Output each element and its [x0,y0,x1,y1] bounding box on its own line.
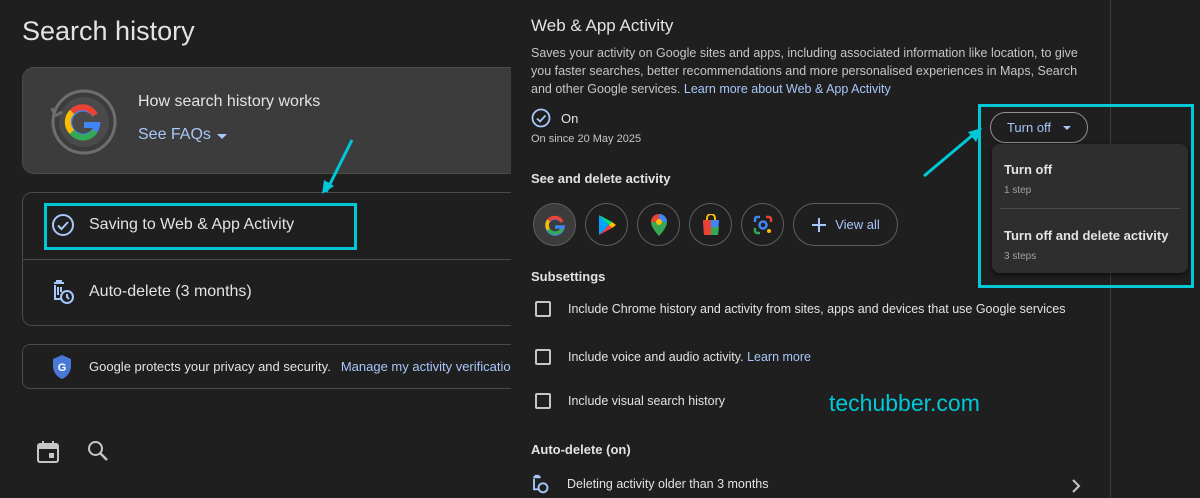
see-faqs-link[interactable]: See FAQs [138,126,227,144]
privacy-card: G Google protects your privacy and secur… [22,344,511,389]
google-play-icon [598,214,616,235]
subsettings-heading: Subsettings [531,269,606,284]
menu-item-turn-off[interactable]: Turn off 1 step [1004,162,1052,196]
status-on: On [531,108,578,128]
calendar-icon[interactable] [37,440,59,464]
see-delete-heading: See and delete activity [531,171,671,186]
chevron-down-icon [1063,126,1072,130]
waa-title: Web & App Activity [531,16,674,35]
auto-delete-row[interactable]: Auto-delete (3 months) [51,279,252,305]
annotation-arrow-icon [322,139,354,194]
activity-apps-row: View all [533,203,898,246]
check-circle-icon [52,214,74,236]
privacy-text: Google protects your privacy and securit… [89,359,331,374]
saving-to-web-app-activity-row[interactable]: Saving to Web & App Activity [51,213,294,237]
faq-card: How search history works See FAQs [22,67,511,174]
menu-divider [1000,208,1180,209]
chrome-history-checkbox[interactable] [535,301,551,317]
auto-delete-label: Auto-delete (3 months) [89,283,252,300]
voice-learn-more-link[interactable]: Learn more [747,350,811,364]
view-all-button[interactable]: View all [793,203,898,246]
google-maps-app-button[interactable] [637,203,680,246]
manage-verification-link[interactable]: Manage my activity verification [341,359,511,374]
search-icon[interactable] [87,440,109,462]
menu-item-turn-off-delete[interactable]: Turn off and delete activity 3 steps [1004,228,1168,262]
turn-off-button-label: Turn off [1006,120,1052,135]
auto-delete-icon [54,280,74,304]
chrome-history-label: Include Chrome history and activity from… [568,302,1066,316]
view-all-label: View all [835,217,880,232]
saving-label: Saving to Web & App Activity [89,216,295,233]
google-search-app-button[interactable] [533,203,576,246]
chevron-down-icon [216,134,227,139]
google-play-app-button[interactable] [585,203,628,246]
google-shield-icon: G [53,354,71,379]
google-history-logo-icon [50,89,117,155]
annotation-arrow-icon [923,128,982,178]
faq-title: How search history works [138,93,321,110]
google-maps-icon [650,213,667,236]
visual-search-checkbox[interactable] [535,393,551,409]
google-lens-icon [753,215,772,234]
visual-search-label: Include visual search history [568,394,726,408]
auto-delete-icon [533,474,549,494]
turn-off-button[interactable]: Turn off [990,112,1088,143]
waa-description: Saves your activity on Google sites and … [531,44,1096,98]
subsetting-chrome-history: Include Chrome history and activity from… [535,300,1075,318]
watermark: techubber.com [829,390,980,416]
subsetting-voice-audio: Include voice and audio activity. Learn … [535,348,1075,366]
history-settings-card: Saving to Web & App Activity Auto-delete… [22,192,511,326]
chevron-right-icon[interactable] [1071,478,1081,494]
check-circle-icon [531,108,551,128]
google-shopping-icon [702,213,719,235]
menu-item-title: Turn off and delete activity [1004,228,1169,243]
turn-off-menu: Turn off 1 step Turn off and delete acti… [992,144,1188,273]
google-lens-app-button[interactable] [741,203,784,246]
subsetting-visual-search: Include visual search history [535,392,1075,410]
bottom-toolbar [37,440,109,464]
page-title: Search history [22,16,195,46]
see-faqs-label: See FAQs [138,126,211,143]
status-label: On [561,110,579,126]
menu-item-subtitle: 3 steps [1004,251,1037,262]
auto-delete-row-label: Deleting activity older than 3 months [567,477,769,491]
google-shopping-app-button[interactable] [689,203,732,246]
on-since-text: On since 20 May 2025 [531,133,642,145]
search-history-panel: Search history How search history works … [0,0,511,498]
google-search-icon [544,215,565,236]
voice-audio-checkbox[interactable] [535,349,551,365]
divider [23,259,511,260]
voice-audio-label: Include voice and audio activity. [568,350,744,364]
auto-delete-setting-row[interactable]: Deleting activity older than 3 months [531,474,769,494]
voice-audio-text: Include voice and audio activity. Learn … [568,348,811,366]
svg-text:G: G [58,362,67,374]
plus-icon [812,217,827,232]
menu-item-title: Turn off [1004,162,1053,177]
menu-item-subtitle: 1 step [1004,185,1032,196]
learn-more-waa-link[interactable]: Learn more about Web & App Activity [684,82,891,96]
auto-delete-heading: Auto-delete (on) [531,442,631,457]
